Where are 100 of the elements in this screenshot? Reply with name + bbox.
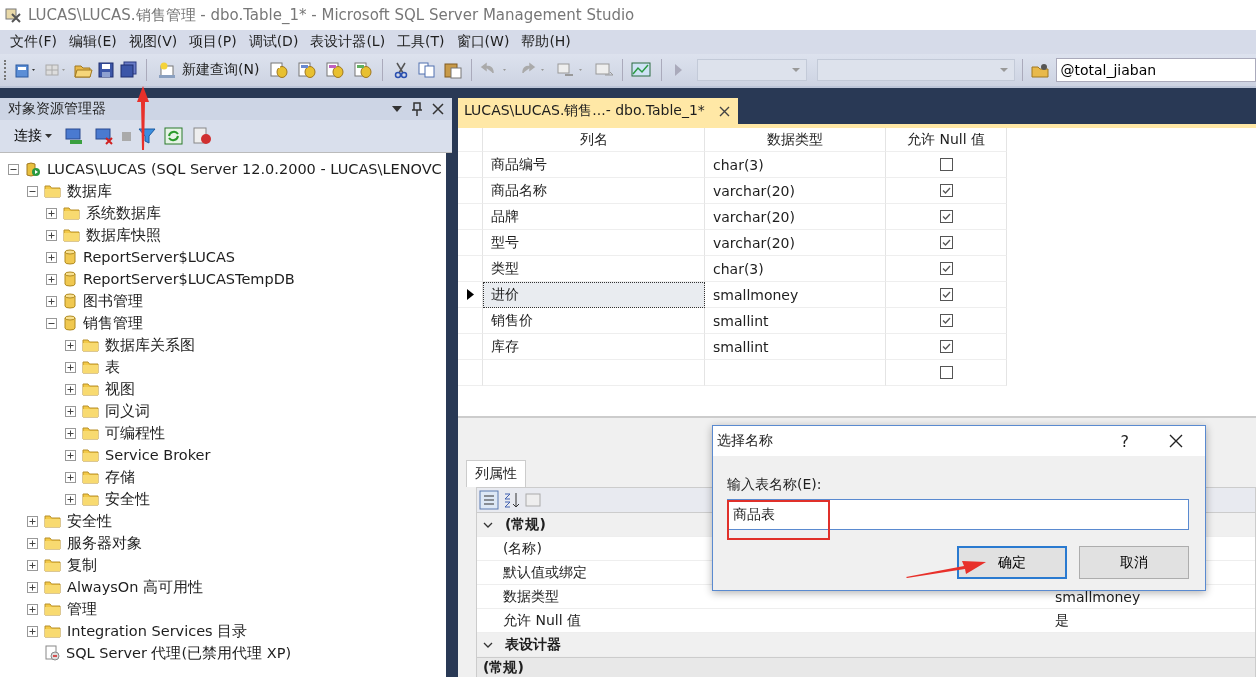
checkbox[interactable] xyxy=(939,366,953,379)
tree-item[interactable]: 数据库快照 xyxy=(86,225,161,245)
dialog-button[interactable]: 确定 xyxy=(957,546,1067,579)
table-cell[interactable]: 型号 xyxy=(483,230,705,256)
table-cell[interactable]: smallint xyxy=(705,334,886,360)
tree-item[interactable]: LUCAS\LUCAS (SQL Server 12.0.2000 - LUCAS\LENOVC xyxy=(47,161,442,177)
table-cell[interactable]: 进价 xyxy=(483,282,705,308)
tree-item[interactable]: SQL Server 代理(已禁用代理 XP) xyxy=(66,643,292,663)
checkbox[interactable] xyxy=(939,236,953,249)
save-icon[interactable] xyxy=(97,61,115,79)
tree-item[interactable]: 同义词 xyxy=(105,401,150,421)
tree-item[interactable]: 视图 xyxy=(105,379,135,399)
table-cell[interactable]: varchar(20) xyxy=(705,230,886,256)
name-field[interactable]: 商品表 xyxy=(727,499,1189,530)
expand-icon[interactable] xyxy=(65,361,76,373)
expand-icon[interactable] xyxy=(46,295,57,307)
table-cell[interactable]: smallint xyxy=(705,308,886,334)
table-cell[interactable]: smallmoney xyxy=(705,282,886,308)
refresh-icon[interactable] xyxy=(163,126,185,146)
expand-icon[interactable] xyxy=(65,449,76,461)
expand-icon[interactable] xyxy=(65,427,76,439)
checkbox[interactable] xyxy=(939,184,953,197)
tree-item[interactable]: 存储 xyxy=(105,467,135,487)
tree-item[interactable]: 复制 xyxy=(67,555,97,575)
checkbox[interactable] xyxy=(939,210,953,223)
expand-icon[interactable] xyxy=(27,559,38,571)
property-value[interactable]: smallmoney xyxy=(1055,588,1141,605)
table-cell[interactable] xyxy=(483,360,705,386)
expand-icon[interactable] xyxy=(46,229,57,241)
expand-icon[interactable] xyxy=(27,537,38,549)
close-icon[interactable] xyxy=(718,105,730,117)
new-query-button[interactable]: 新建查询(N) xyxy=(154,61,264,79)
checkbox[interactable] xyxy=(939,262,953,275)
tree-item[interactable]: ReportServer$LUCASTempDB xyxy=(83,271,295,287)
tree-item[interactable]: Service Broker xyxy=(105,447,211,463)
tree-item[interactable]: 销售管理 xyxy=(83,313,143,333)
checkbox[interactable] xyxy=(939,340,953,353)
expand-icon[interactable] xyxy=(65,339,76,351)
expand-icon[interactable] xyxy=(65,383,76,395)
close-icon[interactable] xyxy=(1169,434,1183,448)
table-cell[interactable]: 品牌 xyxy=(483,204,705,230)
menu-item[interactable]: 帮助(H) xyxy=(515,33,577,51)
expand-icon[interactable] xyxy=(65,471,76,483)
pin-icon[interactable] xyxy=(412,102,422,116)
menu-item[interactable]: 视图(V) xyxy=(122,33,184,51)
expand-icon[interactable] xyxy=(27,581,38,593)
menu-item[interactable]: 项目(P) xyxy=(183,33,243,51)
categorized-icon[interactable] xyxy=(479,490,499,510)
expand-icon[interactable] xyxy=(27,625,38,637)
table-cell[interactable]: 库存 xyxy=(483,334,705,360)
connect-button[interactable]: 连接 xyxy=(10,127,56,145)
expand-icon[interactable] xyxy=(46,207,57,219)
expand-icon[interactable] xyxy=(27,603,38,615)
table-cell[interactable]: 销售价 xyxy=(483,308,705,334)
tree-item[interactable]: 图书管理 xyxy=(83,291,143,311)
menu-item[interactable]: 文件(F) xyxy=(4,33,63,51)
tree-item[interactable]: 管理 xyxy=(67,599,97,619)
search-field[interactable]: @total_jiaban xyxy=(1056,58,1256,82)
menu-item[interactable]: 窗口(W) xyxy=(450,33,516,51)
expand-icon[interactable] xyxy=(65,493,76,505)
tree-item[interactable]: 数据库 xyxy=(67,181,112,201)
menu-item[interactable]: 工具(T) xyxy=(391,33,451,51)
menu-item[interactable]: 表设计器(L) xyxy=(304,33,392,51)
document-tab[interactable]: LUCAS\LUCAS.销售...- dbo.Table_1* xyxy=(458,98,738,124)
tree-item[interactable]: 服务器对象 xyxy=(67,533,142,553)
checkbox[interactable] xyxy=(939,314,953,327)
filter-icon[interactable] xyxy=(137,126,157,146)
script-icon[interactable] xyxy=(191,126,213,146)
menu-item[interactable]: 编辑(E) xyxy=(63,33,123,51)
table-cell[interactable]: varchar(20) xyxy=(705,204,886,230)
expand-icon[interactable] xyxy=(27,515,38,527)
dialog-button[interactable]: 取消 xyxy=(1079,546,1189,579)
disconnect-server-icon[interactable] xyxy=(92,126,116,146)
checkbox[interactable] xyxy=(939,158,953,171)
help-button[interactable]: ? xyxy=(1120,431,1129,451)
tree-item[interactable]: AlwaysOn 高可用性 xyxy=(67,577,204,597)
table-cell[interactable]: 商品编号 xyxy=(483,152,705,178)
tree-item[interactable]: 安全性 xyxy=(105,489,150,509)
tree-item[interactable]: ReportServer$LUCAS xyxy=(83,249,236,265)
tree-item[interactable]: Integration Services 目录 xyxy=(67,621,248,641)
menu-item[interactable]: 调试(D) xyxy=(242,33,305,51)
table-cell[interactable]: char(3) xyxy=(705,152,886,178)
collapse-icon[interactable] xyxy=(8,163,19,175)
properties-tab[interactable]: 列属性 xyxy=(466,460,526,487)
table-cell[interactable] xyxy=(705,360,886,386)
property-value[interactable]: 是 xyxy=(1055,611,1069,630)
table-cell[interactable]: 商品名称 xyxy=(483,178,705,204)
expand-icon[interactable] xyxy=(46,273,57,285)
checkbox[interactable] xyxy=(939,288,953,301)
dropdown-icon[interactable] xyxy=(392,106,402,112)
close-icon[interactable] xyxy=(432,103,444,115)
collapse-icon[interactable] xyxy=(46,317,57,329)
paste-icon[interactable] xyxy=(442,61,465,79)
expand-icon[interactable] xyxy=(65,405,76,417)
save-all-icon[interactable] xyxy=(119,61,139,79)
expand-icon[interactable] xyxy=(46,251,57,263)
tree-item[interactable]: 安全性 xyxy=(67,511,112,531)
table-cell[interactable]: varchar(20) xyxy=(705,178,886,204)
table-cell[interactable]: char(3) xyxy=(705,256,886,282)
collapse-icon[interactable] xyxy=(27,185,38,197)
